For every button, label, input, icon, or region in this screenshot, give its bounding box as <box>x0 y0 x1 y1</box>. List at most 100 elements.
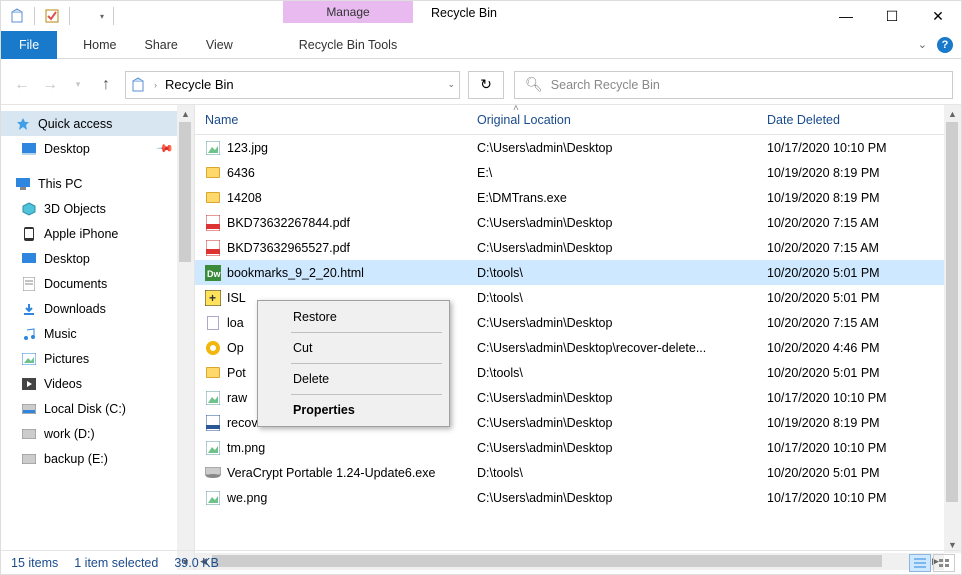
recent-locations-icon[interactable]: ▾ <box>65 72 91 98</box>
home-tab[interactable]: Home <box>69 34 130 56</box>
scrollbar-thumb[interactable] <box>179 122 191 262</box>
forward-button[interactable]: → <box>37 72 63 98</box>
up-button[interactable]: ↑ <box>93 72 119 98</box>
ribbon-expand-icon[interactable]: ⌄ <box>918 38 927 51</box>
ribbon-tabs: File Home Share View Recycle Bin Tools ⌄… <box>1 31 961 59</box>
ctx-restore[interactable]: Restore <box>261 304 446 330</box>
scroll-up-icon[interactable]: ▲ <box>177 105 194 122</box>
sidebar-local-disk-c[interactable]: Local Disk (C:) <box>1 396 194 421</box>
sidebar-item-label: Desktop <box>44 142 90 156</box>
refresh-button[interactable]: ↻ <box>468 71 504 99</box>
recycle-bin-icon <box>9 8 25 24</box>
file-name: ISL <box>227 291 246 305</box>
search-box[interactable]: 🔍︎ Search Recycle Bin <box>514 71 953 99</box>
file-row[interactable]: 123.jpgC:\Users\admin\Desktop10/17/2020 … <box>195 135 961 160</box>
address-dropdown-icon[interactable]: ⌄ <box>447 79 455 90</box>
share-tab[interactable]: Share <box>131 34 192 56</box>
properties-qat-icon[interactable] <box>44 8 60 24</box>
scrollbar-thumb[interactable] <box>946 122 958 502</box>
help-icon[interactable]: ? <box>937 37 953 53</box>
file-original-location: D:\tools\ <box>467 466 757 480</box>
large-icons-view-button[interactable] <box>933 554 955 572</box>
sidebar-music[interactable]: Music <box>1 321 194 346</box>
column-original-location[interactable]: Original Location <box>467 113 757 127</box>
sidebar-downloads[interactable]: Downloads <box>1 296 194 321</box>
details-view-button[interactable] <box>909 554 931 572</box>
file-row[interactable]: BKD73632965527.pdfC:\Users\admin\Desktop… <box>195 235 961 260</box>
file-date-deleted: 10/17/2020 10:10 PM <box>757 491 961 505</box>
title-bar: ▾ Manage Recycle Bin — ☐ ✕ <box>1 1 961 31</box>
sidebar-apple-iphone[interactable]: Apple iPhone <box>1 221 194 246</box>
navigation-bar: ← → ▾ ↑ › Recycle Bin ⌄ ↻ 🔍︎ Search Recy… <box>1 65 961 105</box>
file-name: BKD73632267844.pdf <box>227 216 350 230</box>
file-original-location: C:\Users\admin\Desktop <box>467 391 757 405</box>
file-row[interactable]: VeraCrypt Portable 1.24-Update6.exeD:\to… <box>195 460 961 485</box>
file-type-icon <box>205 140 221 156</box>
file-row[interactable]: we.pngC:\Users\admin\Desktop10/17/2020 1… <box>195 485 961 510</box>
file-type-icon <box>205 315 221 331</box>
file-type-icon <box>205 465 221 481</box>
ctx-cut[interactable]: Cut <box>261 335 446 361</box>
file-date-deleted: 10/20/2020 5:01 PM <box>757 466 961 480</box>
file-date-deleted: 10/17/2020 10:10 PM <box>757 141 961 155</box>
file-date-deleted: 10/20/2020 7:15 AM <box>757 216 961 230</box>
qat-dropdown-icon[interactable]: ▾ <box>100 12 104 21</box>
file-name: we.png <box>227 491 267 505</box>
breadcrumb-chevron-icon[interactable]: › <box>154 80 157 90</box>
file-tab[interactable]: File <box>1 31 57 59</box>
file-date-deleted: 10/20/2020 5:01 PM <box>757 291 961 305</box>
file-row[interactable]: 6436E:\10/19/2020 8:19 PM <box>195 160 961 185</box>
sidebar-item-label: Downloads <box>44 302 106 316</box>
file-row[interactable]: tm.pngC:\Users\admin\Desktop10/17/2020 1… <box>195 435 961 460</box>
content-vscrollbar[interactable]: ▲ ▼ <box>944 105 961 553</box>
ctx-delete[interactable]: Delete <box>261 366 446 392</box>
column-name[interactable]: Name <box>195 113 467 127</box>
file-type-icon <box>205 165 221 181</box>
maximize-button[interactable]: ☐ <box>869 1 915 31</box>
column-date-deleted[interactable]: Date Deleted <box>757 113 961 127</box>
address-bar[interactable]: › Recycle Bin ⌄ <box>125 71 460 99</box>
scroll-up-icon[interactable]: ▲ <box>944 105 961 122</box>
back-button[interactable]: ← <box>9 72 35 98</box>
sidebar-item-label: Desktop <box>44 252 90 266</box>
file-date-deleted: 10/17/2020 10:10 PM <box>757 441 961 455</box>
sidebar-backup-e[interactable]: backup (E:) <box>1 446 194 471</box>
drive-icon <box>21 401 37 417</box>
file-type-icon <box>205 440 221 456</box>
sidebar-quick-access[interactable]: Quick access <box>1 111 194 136</box>
search-icon: 🔍︎ <box>525 76 543 93</box>
star-icon <box>15 116 31 132</box>
minimize-button[interactable]: — <box>823 1 869 31</box>
ctx-properties[interactable]: Properties <box>261 397 446 423</box>
file-type-icon <box>205 240 221 256</box>
sidebar-scrollbar[interactable]: ▲ ▼ <box>177 105 194 570</box>
file-original-location: D:\tools\ <box>467 266 757 280</box>
pictures-icon <box>21 351 37 367</box>
contextual-tab-manage[interactable]: Manage <box>283 1 413 23</box>
file-original-location: E:\ <box>467 166 757 180</box>
file-row[interactable]: 14208E:\DMTrans.exe10/19/2020 8:19 PM <box>195 185 961 210</box>
download-icon <box>21 301 37 317</box>
sidebar-work-d[interactable]: work (D:) <box>1 421 194 446</box>
file-original-location: C:\Users\admin\Desktop <box>467 241 757 255</box>
file-name: 14208 <box>227 191 262 205</box>
documents-icon <box>21 276 37 292</box>
recycle-bin-tools-tab[interactable]: Recycle Bin Tools <box>283 34 413 56</box>
quick-access-toolbar: ▾ <box>1 7 118 25</box>
view-tab[interactable]: View <box>192 34 247 56</box>
sidebar-videos[interactable]: Videos <box>1 371 194 396</box>
computer-icon <box>15 176 31 192</box>
file-original-location: C:\Users\admin\Desktop <box>467 416 757 430</box>
sidebar-3d-objects[interactable]: 3D Objects <box>1 196 194 221</box>
file-row[interactable]: Dwbookmarks_9_2_20.htmlD:\tools\10/20/20… <box>195 260 961 285</box>
sidebar-desktop-pinned[interactable]: Desktop 📌 <box>1 136 194 161</box>
address-text[interactable]: Recycle Bin <box>165 77 439 92</box>
file-original-location: C:\Users\admin\Desktop\recover-delete... <box>467 341 757 355</box>
sidebar-pictures[interactable]: Pictures <box>1 346 194 371</box>
sidebar-desktop[interactable]: Desktop <box>1 246 194 271</box>
close-button[interactable]: ✕ <box>915 1 961 31</box>
file-date-deleted: 10/20/2020 4:46 PM <box>757 341 961 355</box>
file-row[interactable]: BKD73632267844.pdfC:\Users\admin\Desktop… <box>195 210 961 235</box>
sidebar-documents[interactable]: Documents <box>1 271 194 296</box>
sidebar-this-pc[interactable]: This PC <box>1 171 194 196</box>
